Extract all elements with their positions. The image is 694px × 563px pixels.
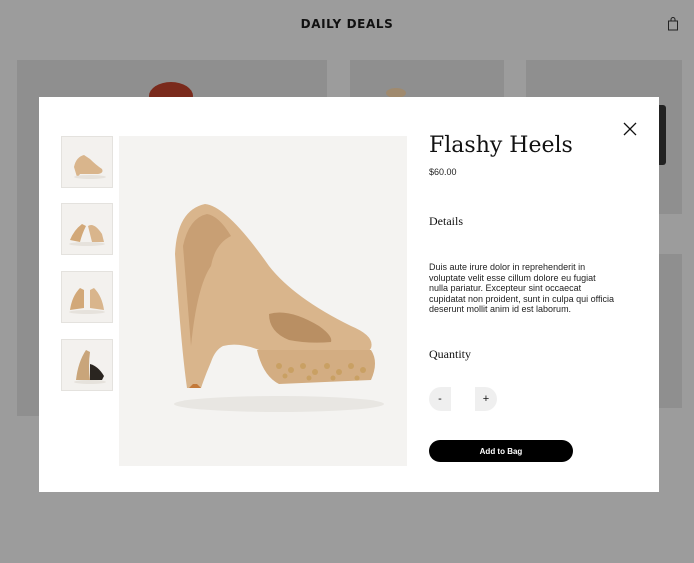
shopping-bag-icon[interactable] [667,17,679,31]
quantity-decrement-button[interactable]: - [429,387,451,411]
quantity-stepper: - + [429,387,497,411]
quantity-input[interactable] [451,387,475,411]
close-icon[interactable] [623,122,637,136]
details-heading: Details [429,214,463,228]
site-title: DAILY DEALS [300,17,394,31]
thumbnail-side-view[interactable] [61,136,113,188]
thumbnail-pair-front[interactable] [61,203,113,255]
product-price: $60.00 [429,167,457,177]
quantity-heading: Quantity [429,347,471,361]
product-main-image [119,136,407,466]
product-quick-view-modal: Flashy Heels $60.00 Details Duis aute ir… [39,97,659,492]
thumbnail-angled-view[interactable] [61,339,113,391]
quantity-increment-button[interactable]: + [475,387,497,411]
details-text: Duis aute irure dolor in reprehenderit i… [429,262,614,314]
thumbnail-pair-back[interactable] [61,271,113,323]
site-header: DAILY DEALS [0,0,694,50]
high-heel-shoe-image [174,204,384,412]
product-title: Flashy Heels [429,133,573,158]
add-to-bag-button[interactable]: Add to Bag [429,440,573,462]
